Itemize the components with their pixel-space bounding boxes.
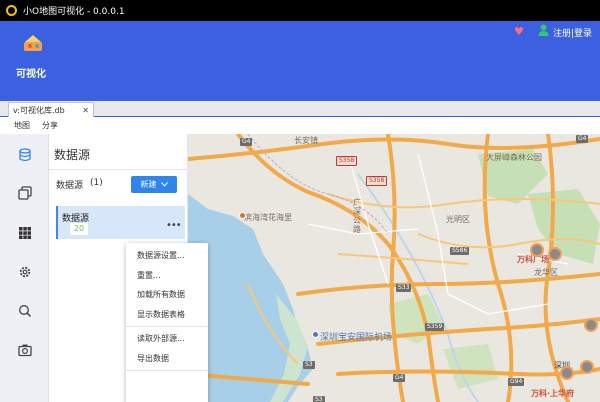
menu-separator xyxy=(126,326,208,327)
app-logo-icon xyxy=(6,5,17,16)
poi-pin[interactable] xyxy=(239,212,246,219)
airport-pin[interactable] xyxy=(312,331,319,338)
datasource-count: (1) xyxy=(90,178,103,188)
menu-map[interactable]: 地图 xyxy=(14,120,30,131)
map-label-airport: 深圳宝安国际机场 xyxy=(320,333,393,343)
menubar: 地图 分享 xyxy=(0,117,600,134)
close-icon[interactable]: ✕ xyxy=(82,106,89,115)
map-label-binhai: 滨海湾花海里 xyxy=(244,213,292,222)
visualization-label[interactable]: 可视化 xyxy=(16,65,46,80)
road-shield-s358b: S358 xyxy=(366,176,388,186)
database-icon[interactable] xyxy=(18,148,32,162)
chevron-down-icon xyxy=(160,182,168,187)
map-label-guangming: 光明区 xyxy=(446,215,470,224)
road-shield-s359: S359 xyxy=(425,323,445,331)
map-view[interactable]: 长安镇 滨海湾花海里 广深公路 大屏嶂森林公园 光明区 龙华区 深圳宝安国际机场… xyxy=(188,134,600,402)
datasource-card[interactable]: 数据源 20 ••• xyxy=(56,206,185,239)
menu-item-load-all-data[interactable]: 加载所有数据 xyxy=(126,285,208,305)
app-header: 可视化 ♥ 注册|登录 xyxy=(0,21,600,101)
file-tabbar: v:可视化库.db ✕ xyxy=(0,101,600,117)
datasource-list-label: 数据源 xyxy=(56,181,84,191)
panel-title: 数据源 xyxy=(54,148,91,162)
menu-item-export-data[interactable]: 导出数据 xyxy=(126,349,208,369)
road-shield-s33: S33 xyxy=(396,284,412,292)
menu-item-datasource-settings[interactable]: 数据源设置... xyxy=(126,246,208,266)
window-title: 小O地图可视化 - 0.0.0.1 xyxy=(23,7,125,17)
data-point-marker[interactable] xyxy=(584,318,598,332)
road-shield-s358: S358 xyxy=(336,156,358,166)
road-shield-g4-mid: G4 xyxy=(576,135,589,143)
search-icon[interactable] xyxy=(18,304,32,318)
map-label-changan: 长安镇 xyxy=(294,136,318,145)
user-icon[interactable] xyxy=(538,24,549,36)
menu-separator xyxy=(126,370,208,371)
map-label-guangshen: 广深公路 xyxy=(353,198,361,234)
road-shield-g94: G94 xyxy=(508,378,525,386)
menu-item-show-data-table[interactable]: 显示数据表格 xyxy=(126,305,208,325)
road-shield-s586: S586 xyxy=(450,247,470,255)
panel-divider xyxy=(49,169,188,170)
map-label-longhua: 龙华区 xyxy=(534,268,558,277)
window-titlebar: 小O地图可视化 - 0.0.0.1 xyxy=(0,0,600,21)
new-button[interactable]: 新建 xyxy=(131,176,177,193)
register-login-link[interactable]: 注册|登录 xyxy=(553,26,592,39)
grid-icon[interactable] xyxy=(18,226,32,240)
settings-icon[interactable] xyxy=(18,265,32,279)
visualization-logo-icon[interactable] xyxy=(22,33,44,53)
record-count-badge: 20 xyxy=(70,223,88,235)
datasource-context-menu: 数据源设置... 重置... 加载所有数据 显示数据表格 读取外部源... 导出… xyxy=(126,243,208,402)
road-shield-s3: S3 xyxy=(303,361,315,369)
tab-visualization-db[interactable]: v:可视化库.db ✕ xyxy=(8,102,94,117)
more-options-icon[interactable]: ••• xyxy=(166,220,182,231)
data-point-marker[interactable] xyxy=(560,366,574,380)
menu-item-read-external-source[interactable]: 读取外部源... xyxy=(126,329,208,349)
menu-item-reset[interactable]: 重置... xyxy=(126,266,208,286)
map-label-dapeng: 大屏嶂森林公园 xyxy=(486,153,542,162)
copy-icon[interactable] xyxy=(18,186,32,200)
tab-label: v:可视化库.db xyxy=(13,105,65,115)
data-point-marker[interactable] xyxy=(548,247,562,261)
map-label-wanke-huafu: 万科·上华府 xyxy=(531,389,575,398)
road-shield-g4-bottom: G4 xyxy=(393,374,406,382)
menu-share[interactable]: 分享 xyxy=(42,120,58,131)
camera-icon[interactable] xyxy=(18,343,32,357)
data-point-marker[interactable] xyxy=(530,243,544,257)
tool-rail xyxy=(0,134,49,402)
data-point-marker[interactable] xyxy=(580,360,594,374)
road-shield-s3b: S3 xyxy=(313,396,325,402)
road-shield-g4: G4 xyxy=(240,138,253,146)
heart-icon[interactable]: ♥ xyxy=(514,25,524,38)
new-button-label: 新建 xyxy=(140,180,157,189)
